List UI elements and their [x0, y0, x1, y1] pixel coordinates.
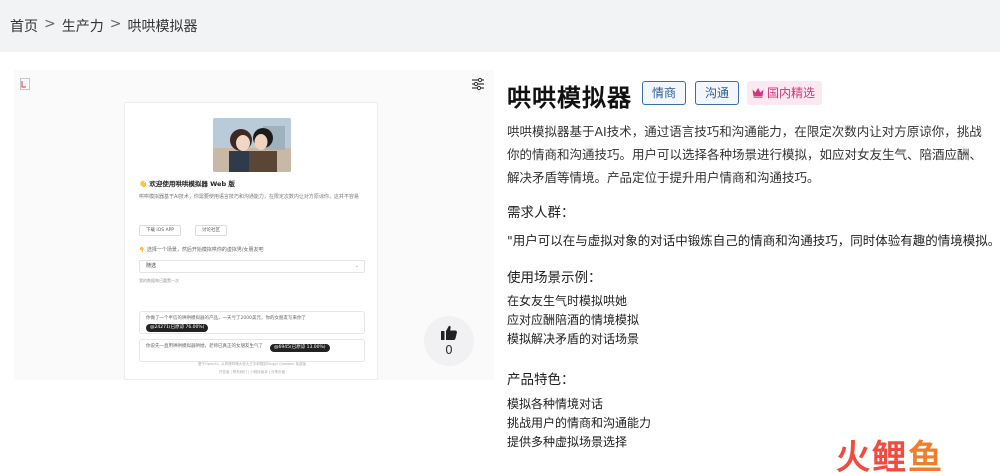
scenario-card[interactable]: 你说先一直用哄哄模拟器哄她，老师已真正的女朋友生气了 @6945(已原谅 13.… [139, 339, 365, 362]
scenarios-list: 在女友生气时模拟哄她 应对应酬陪酒的情境模拟 模拟解决矛盾的对话场景 [507, 292, 639, 349]
top-bar: 首页 > 生产力 > 哄哄模拟器 [0, 0, 1000, 52]
breadcrumb: 首页 > 生产力 > 哄哄模拟器 [10, 16, 197, 36]
product-title: 哄哄模拟器 [507, 84, 632, 112]
features-list: 模拟各种情境对话 挑战用户的情商和沟通能力 提供多种虚拟场景选择 [507, 395, 651, 452]
scenario-card[interactable]: 你做了一个半信的哄哄模拟器的产品，一天亏了2000美元，你的女朋友写来你了 @2… [139, 311, 365, 334]
preview-note: 我的数据每日重置一次 [139, 278, 179, 283]
audience-text: "用户可以在与虚拟对象的对话中锻炼自己的情商和沟通技巧，同时体验有趣的情境模拟。… [507, 233, 1000, 248]
list-item: 模拟各种情境对话 [507, 397, 604, 411]
breadcrumb-separator: > [44, 16, 56, 32]
like-button[interactable]: 0 [424, 316, 474, 366]
scenario-select[interactable]: 随选 ⌄ [139, 260, 365, 273]
preview-footer-credits: 基于OpenAI，从哔哩哔哩大佬大王中和限制Tongyi Qianwen 免费版 [198, 362, 306, 366]
app-preview-screenshot: 👋 欢迎使用哄哄模拟器 Web 版 哄哄模拟器基于AI技术，你需要使用语言技巧和… [124, 102, 378, 380]
scenarios-heading: 使用场景示例： [507, 270, 602, 286]
audience-heading: 需求人群： [507, 205, 575, 221]
list-item: 提供多种虚拟场景选择 [507, 435, 628, 449]
scenario-card-text: 你说先一直用哄哄模拟器哄她，老师已真正的女朋友生气了 [146, 344, 263, 349]
preview-footer-links: 开发者 | 联系我们 | 小程序版本 | 分享页面 [218, 370, 286, 374]
tag-eq[interactable]: 情商 [642, 81, 686, 105]
tag-communication[interactable]: 沟通 [695, 81, 739, 105]
product-description: 哄哄模拟器基于AI技术，通过语言技巧和沟通能力，在限定次数内让对方原谅你，挑战你… [507, 124, 983, 185]
filter-icon[interactable] [471, 77, 485, 91]
list-item: 模拟解决矛盾的对话场景 [507, 332, 640, 346]
preview-description: 哄哄模拟器基于AI技术，你需要使用语言技巧和沟通能力，在限定次数内让对方原谅你，… [139, 194, 359, 200]
scenario-card-badge: @24271(已原谅 76.00%) [146, 324, 209, 332]
breadcrumb-separator: > [109, 16, 122, 32]
chevron-down-icon: ⌄ [354, 263, 359, 269]
like-count: 0 [445, 343, 453, 357]
watermark-char: 鱼 [908, 438, 944, 473]
site-watermark-logo: 火鲤鱼 [836, 430, 944, 473]
list-item: 应对应酬陪酒的情境模拟 [507, 313, 640, 327]
preview-prompt: 👇 选择一个场景，然后开始模拟哄你的虚拟男/女朋友吧 [139, 247, 264, 253]
community-button[interactable]: 讨论社区 [195, 225, 227, 236]
couple-illustration [213, 118, 291, 172]
breadcrumb-home[interactable]: 首页 [10, 16, 38, 36]
list-item: 在女友生气时模拟哄她 [507, 294, 628, 308]
features-heading: 产品特色： [507, 372, 575, 388]
broken-image-icon [20, 78, 30, 90]
watermark-char: 火 [836, 438, 872, 473]
tag-featured[interactable]: 国内精选 [747, 81, 822, 105]
tag-featured-label: 国内精选 [767, 86, 816, 100]
scenario-select-value: 随选 [146, 263, 157, 269]
breadcrumb-current: 哄哄模拟器 [127, 19, 198, 35]
preview-welcome-title: 👋 欢迎使用哄哄模拟器 Web 版 [139, 180, 235, 188]
crown-icon [752, 88, 764, 98]
thumbs-up-icon [441, 325, 457, 340]
scenario-card-badge: @6945(已原谅 13.00%) [270, 344, 330, 352]
watermark-char: 鲤 [872, 438, 908, 473]
list-item: 挑战用户的情商和沟通能力 [507, 416, 652, 430]
scenario-card-text: 你做了一个半信的哄哄模拟器的产品，一天亏了2000美元，你的女朋友写来你了 [146, 316, 306, 321]
breadcrumb-category[interactable]: 生产力 [62, 16, 104, 36]
download-ios-button[interactable]: 下载 iOS APP [139, 225, 182, 236]
